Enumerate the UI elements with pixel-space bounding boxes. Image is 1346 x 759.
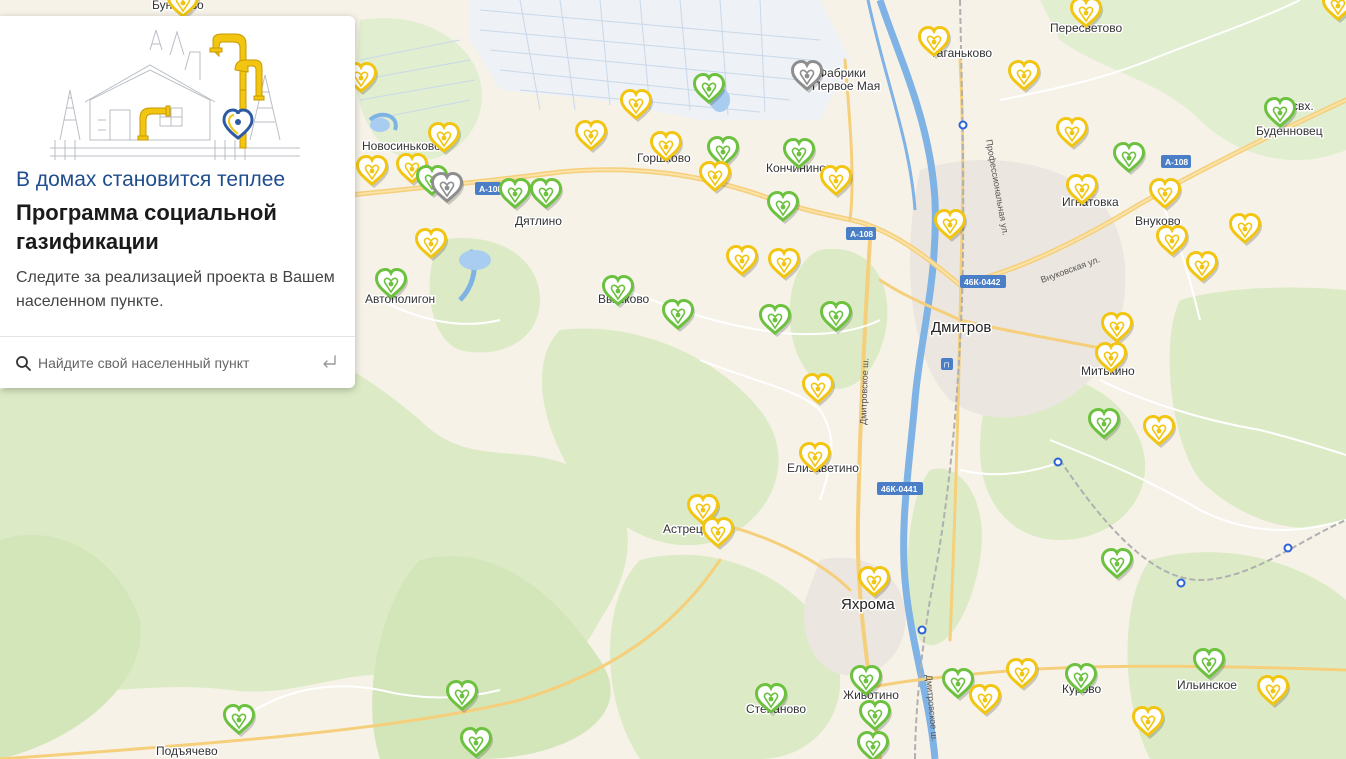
gas-pipe-house-illustration: [50, 30, 300, 160]
road-shield: 46К-0442: [960, 275, 1006, 288]
panel-divider: [0, 336, 355, 337]
search-bar: [0, 338, 355, 388]
panel-subtitle: В домах становится теплее: [16, 168, 286, 191]
place-label: Новосиньково: [362, 139, 441, 153]
road-shield: А-108: [475, 182, 502, 195]
info-panel: В домах становится теплее Программа соци…: [0, 16, 355, 388]
place-label: Дмитров: [931, 319, 991, 336]
road-shield: А-108: [846, 227, 876, 240]
search-input[interactable]: [38, 350, 308, 376]
svg-text:А-108: А-108: [479, 184, 502, 194]
enter-icon[interactable]: [322, 355, 337, 369]
road-shield: 46К-0441: [877, 482, 923, 495]
svg-text:А-108: А-108: [1165, 157, 1188, 167]
place-label: Ильинское: [1177, 678, 1237, 692]
place-label: Подъячево: [156, 744, 218, 758]
panel-title: Программа социальной газификации: [16, 200, 277, 254]
search-icon: [16, 356, 31, 371]
place-label: Буденновец: [1256, 124, 1323, 138]
svg-text:⊓: ⊓: [944, 361, 950, 370]
highway-icon: ⊓: [941, 358, 953, 370]
place-label: Фабрики: [818, 66, 866, 80]
svg-text:46К-0441: 46К-0441: [881, 484, 918, 494]
road-shield: А-108: [1161, 155, 1191, 168]
place-label: Первое Мая: [812, 79, 880, 93]
svg-text:46К-0442: 46К-0442: [964, 277, 1001, 287]
place-label: Яхрома: [841, 596, 895, 613]
svg-text:А-108: А-108: [850, 229, 873, 239]
place-label: Дятлино: [515, 214, 562, 228]
panel-description: Следите за реализацией проекта в Вашем н…: [16, 269, 335, 310]
